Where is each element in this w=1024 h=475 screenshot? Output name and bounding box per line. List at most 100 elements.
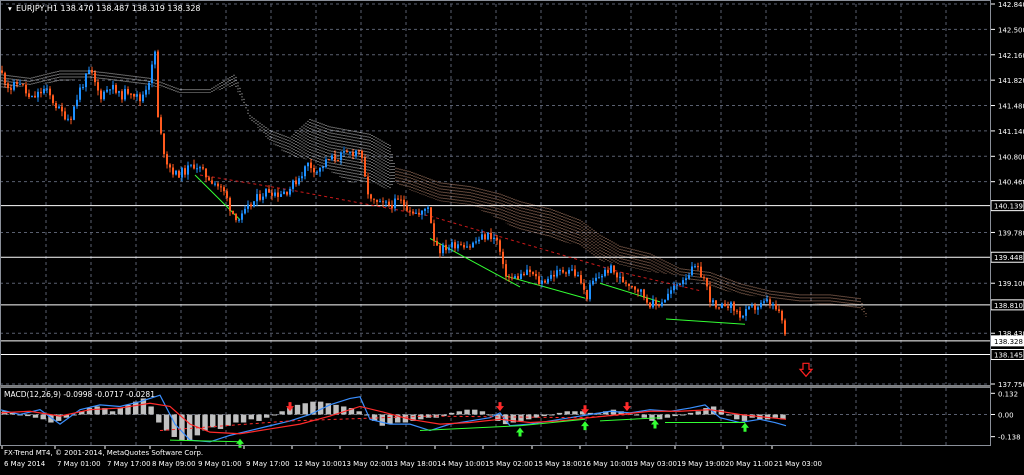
- candle-body: [109, 89, 111, 91]
- x-tick-label: 20 May 11:00: [725, 460, 773, 468]
- candle-body: [82, 87, 84, 89]
- chart-canvas[interactable]: 140.139 139.448 138.810 138.328 138.145 142.…: [0, 0, 1024, 471]
- candle-body: [235, 214, 237, 221]
- candle-body: [499, 240, 501, 252]
- y-tick-label: 137.750: [998, 381, 1024, 389]
- candle-body: [136, 94, 138, 97]
- x-tick-label: 12 May 10:00: [294, 460, 342, 468]
- candle-body: [688, 275, 690, 279]
- macd-histogram-bar: [256, 414, 262, 421]
- candle-body: [181, 168, 183, 178]
- pane-separator: [0, 385, 991, 388]
- candle-body: [160, 117, 162, 134]
- candle-body: [565, 272, 567, 274]
- candle-body: [556, 270, 558, 277]
- candle-body: [529, 269, 531, 273]
- candle-body: [355, 150, 357, 156]
- candle-body: [22, 83, 24, 85]
- candle-body: [463, 245, 465, 248]
- candle-body: [232, 210, 234, 215]
- macd-histogram-bar: [109, 411, 116, 415]
- candle-body: [727, 306, 729, 308]
- candle-body: [769, 299, 771, 305]
- candle-body: [223, 187, 225, 192]
- candle-body: [340, 152, 342, 161]
- candle-body: [133, 93, 135, 97]
- chart-window[interactable]: 140.139 139.448 138.810 138.328 138.145 142.…: [0, 0, 1024, 471]
- candle-body: [721, 303, 723, 308]
- candle-body: [502, 251, 504, 265]
- candle-body: [7, 83, 9, 89]
- candle-body: [220, 186, 222, 188]
- candle-body: [346, 151, 348, 153]
- candle-body: [547, 278, 549, 283]
- level-tag-label: 138.328: [994, 338, 1023, 346]
- candle-body: [553, 274, 555, 277]
- macd-histogram-bar: [32, 414, 39, 418]
- macd-histogram-bar: [117, 408, 123, 415]
- candle-body: [67, 118, 69, 120]
- candle-body: [775, 304, 777, 310]
- y-tick-label: 142.840: [998, 1, 1024, 9]
- candle-body: [505, 264, 507, 277]
- candle-body: [277, 192, 279, 197]
- x-tick-label: 15 May 02:00: [485, 460, 533, 468]
- candle-body: [400, 199, 402, 201]
- chart-title-icon: ▾: [8, 4, 12, 13]
- candle-body: [178, 170, 180, 178]
- candle-body: [43, 88, 45, 94]
- macd-histogram-bar: [572, 411, 578, 415]
- candle-body: [31, 95, 33, 98]
- candle-body: [622, 276, 624, 283]
- candle-body: [412, 211, 414, 214]
- candle-body: [568, 269, 570, 274]
- candle-body: [541, 280, 543, 284]
- macd-histogram-bar: [734, 414, 740, 420]
- candle-body: [610, 265, 612, 273]
- candle-body: [406, 205, 408, 211]
- candle-body: [697, 266, 699, 268]
- candle-body: [289, 188, 291, 195]
- candle-body: [100, 90, 102, 100]
- macd-histogram-bar: [294, 404, 301, 415]
- candle-body: [91, 69, 93, 73]
- candle-body: [595, 277, 597, 281]
- candle-body: [97, 82, 99, 91]
- candle-body: [382, 201, 384, 203]
- candle-body: [238, 219, 240, 221]
- candle-body: [301, 176, 303, 179]
- candle-body: [487, 232, 489, 240]
- candle-body: [550, 274, 552, 279]
- candle-body: [379, 201, 381, 203]
- candle-body: [265, 189, 267, 197]
- macd-histogram-bar: [248, 414, 254, 420]
- candle-body: [490, 232, 492, 240]
- candle-body: [202, 167, 204, 169]
- candle-body: [526, 269, 528, 275]
- candle-body: [154, 51, 156, 65]
- candle-body: [460, 244, 462, 246]
- macd-histogram-bar: [163, 414, 170, 431]
- candle-body: [385, 201, 387, 203]
- macd-histogram-bar: [464, 409, 470, 415]
- candle-body: [118, 91, 120, 93]
- candle-body: [280, 194, 282, 197]
- candle-body: [391, 205, 393, 209]
- candle-body: [274, 192, 276, 196]
- macd-histogram-bar: [641, 414, 647, 418]
- candle-body: [586, 289, 588, 300]
- macd-histogram-bar: [680, 414, 686, 416]
- macd-histogram-bar: [564, 411, 570, 415]
- candle-body: [658, 305, 660, 307]
- candle-body: [616, 272, 618, 278]
- candle-body: [208, 177, 210, 181]
- candle-body: [676, 284, 678, 286]
- candle-body: [112, 85, 114, 90]
- candle-body: [778, 309, 780, 311]
- candle-body: [457, 244, 459, 249]
- candle-body: [157, 51, 159, 118]
- candle-body: [718, 307, 720, 309]
- candle-body: [772, 304, 774, 306]
- level-price-tag: 139.448: [990, 251, 1024, 263]
- candle-body: [103, 91, 105, 100]
